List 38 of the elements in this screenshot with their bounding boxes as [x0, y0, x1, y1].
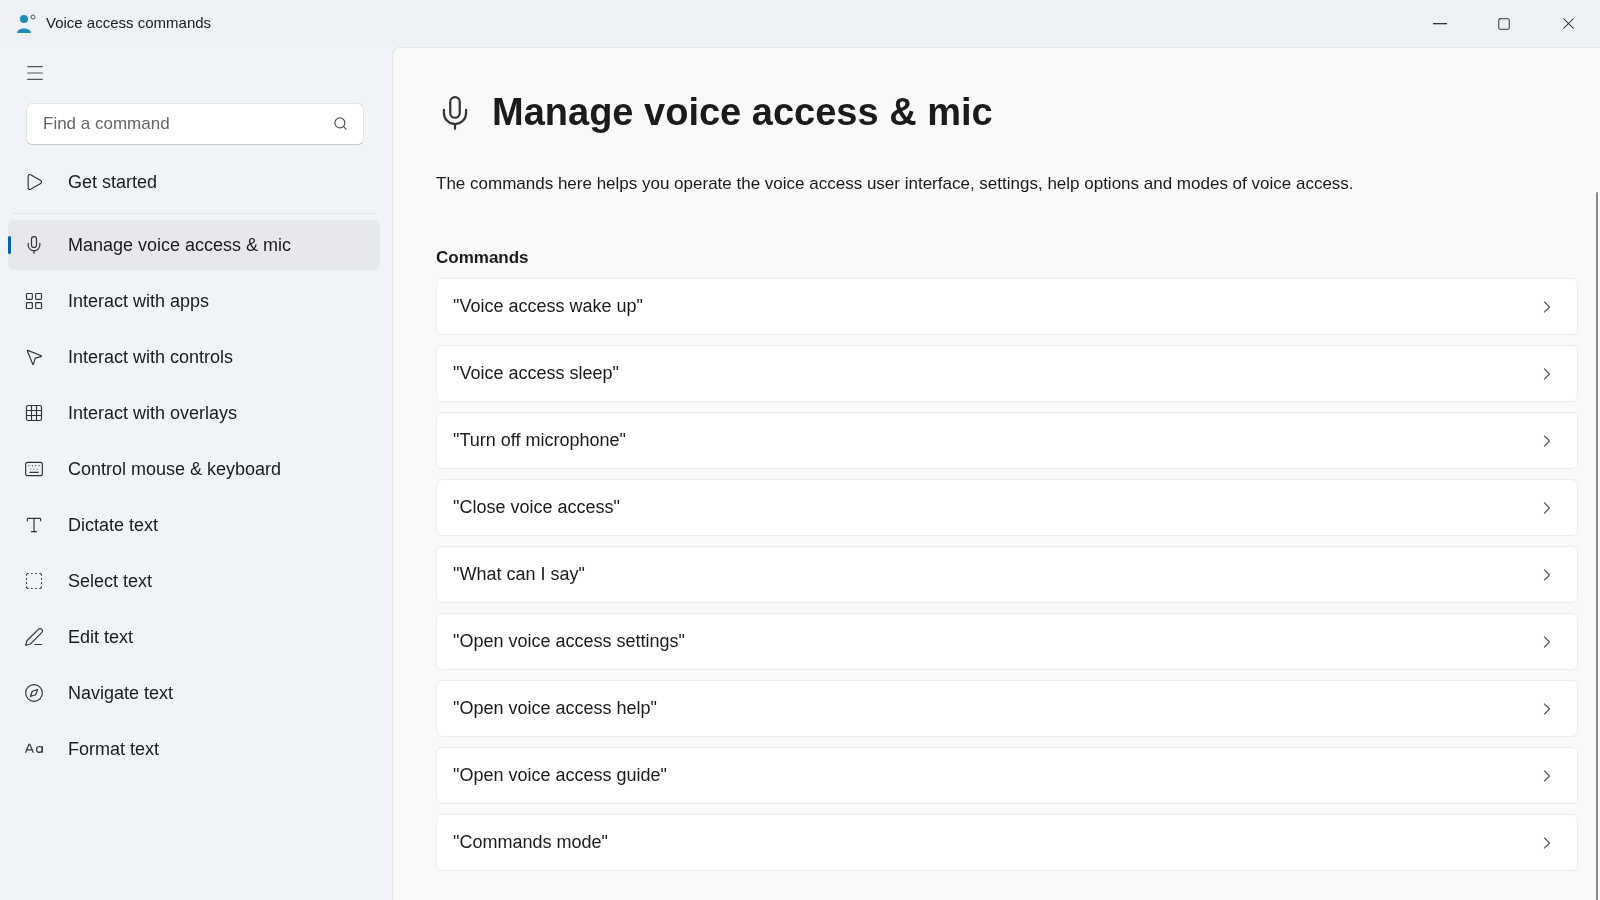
maximize-icon [1497, 16, 1511, 31]
minimize-icon [1433, 22, 1447, 25]
command-row[interactable]: "Turn off microphone" [436, 412, 1578, 469]
window-title: Voice access commands [46, 13, 212, 34]
page-description: The commands here helps you operate the voice access user interface, settings, help options and modes of voice access. [436, 173, 1355, 195]
nav-item[interactable]: Interact with apps [8, 276, 380, 326]
app-logo-icon [16, 13, 38, 34]
command-row[interactable]: "What can I say" [436, 546, 1578, 603]
letter-icon [24, 515, 44, 535]
nav-item[interactable]: Interact with controls [8, 332, 380, 382]
nav-item[interactable]: Control mouse & keyboard [8, 444, 380, 494]
nav-item[interactable]: Format text [8, 724, 380, 774]
command-row[interactable]: "Open voice access help" [436, 680, 1578, 737]
nav-item[interactable]: Select text [8, 556, 380, 606]
command-row[interactable]: "Open voice access settings" [436, 613, 1578, 670]
dashed-square-icon [24, 571, 44, 591]
command-row[interactable]: "Voice access sleep" [436, 345, 1578, 402]
command-row[interactable]: "Commands mode" [436, 814, 1578, 871]
section-heading: Commands [436, 246, 530, 269]
command-row[interactable]: "Close voice access" [436, 479, 1578, 536]
search-icon [333, 116, 348, 131]
pen-icon [24, 627, 44, 647]
nav-item[interactable]: Get started [8, 157, 380, 207]
compass-icon [24, 683, 44, 703]
command-row[interactable]: "Voice access wake up" [436, 278, 1578, 335]
nav-item[interactable]: Interact with overlays [8, 388, 380, 438]
nav-item[interactable]: Navigate text [8, 668, 380, 718]
nav-item[interactable]: Dictate text [8, 500, 380, 550]
page-title: Manage voice access & mic [492, 90, 993, 135]
pointer-icon [24, 347, 44, 367]
search-field[interactable]: Find a command [26, 103, 364, 145]
grid-icon [24, 403, 44, 423]
command-row[interactable]: "Open voice access guide" [436, 747, 1578, 804]
keyboard-icon [24, 459, 44, 479]
nav-item[interactable]: Manage voice access & mic [8, 220, 380, 270]
selection-indicator [8, 236, 11, 254]
nav-item[interactable]: Edit text [8, 612, 380, 662]
apps-grid-icon [24, 291, 44, 311]
